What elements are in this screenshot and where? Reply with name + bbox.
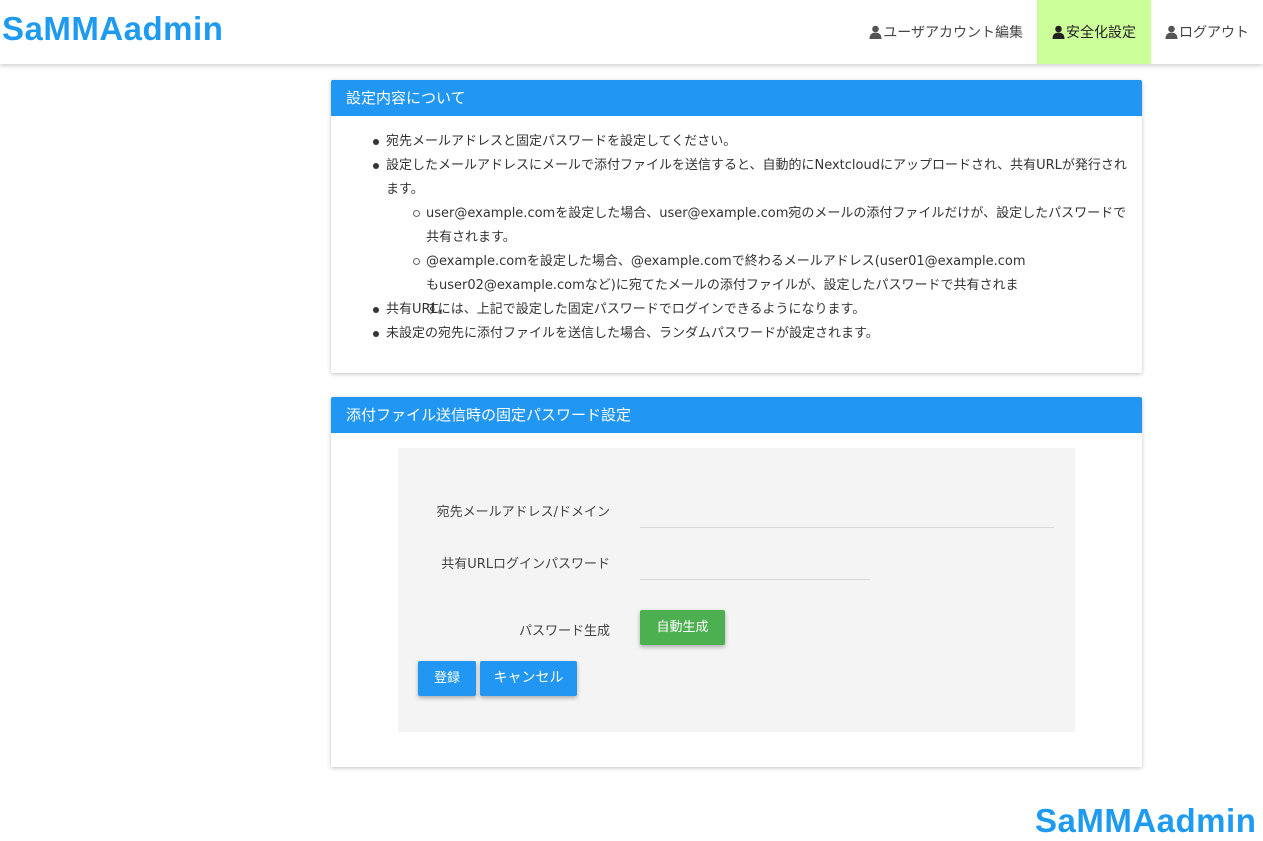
bullet-icon (373, 331, 379, 337)
password-settings-title: 添付ファイル送信時の固定パスワード設定 (331, 397, 1142, 433)
circle-bullet-icon (413, 210, 420, 217)
user-icon (1165, 25, 1178, 39)
circle-bullet-icon (413, 258, 420, 265)
auto-generate-button[interactable]: 自動生成 (640, 610, 725, 645)
submit-button[interactable]: 登録 (418, 661, 476, 696)
info-item: 未設定の宛先に添付ファイルを送信した場合、ランダムパスワードが設定されます。 (386, 326, 879, 341)
settings-form: 宛先メールアドレス/ドメイン 共有URLログインパスワード パスワード生成 自動… (398, 448, 1075, 732)
address-input[interactable] (640, 498, 1054, 520)
brand-logo[interactable]: SaMMAadmin (2, 10, 223, 48)
password-generate-label: パスワード生成 (518, 624, 610, 639)
password-settings-card: 添付ファイル送信時の固定パスワード設定 宛先メールアドレス/ドメイン 共有URL… (331, 397, 1142, 767)
nav-user-account-edit[interactable]: ユーザアカウント編集 (855, 0, 1037, 64)
nav-label: 安全化設定 (1066, 25, 1136, 41)
info-item: 共有URLには、上記で設定した固定パスワードでログインできるようになります。 (386, 302, 866, 317)
nav-menu: ユーザアカウント編集 安全化設定 ログアウト (855, 0, 1263, 64)
user-icon (869, 25, 882, 39)
address-label: 宛先メールアドレス/ドメイン (436, 505, 610, 520)
password-label: 共有URLログインパスワード (441, 557, 610, 572)
cancel-button[interactable]: キャンセル (480, 661, 577, 696)
address-input-underline (640, 527, 1054, 528)
info-card: 設定内容について 宛先メールアドレスと固定パスワードを設定してください。 設定し… (331, 80, 1142, 373)
info-subitem: user@example.comを設定した場合、user@example.com… (426, 206, 1127, 245)
nav-label: ユーザアカウント編集 (883, 25, 1023, 41)
nav-label: ログアウト (1179, 25, 1249, 41)
info-item: 宛先メールアドレスと固定パスワードを設定してください。 (386, 134, 737, 149)
top-navbar: SaMMAadmin ユーザアカウント編集 安全化設定 ログアウト (0, 0, 1263, 64)
password-input-underline (640, 579, 870, 580)
bullet-icon (373, 307, 379, 313)
user-icon (1052, 25, 1065, 39)
nav-logout[interactable]: ログアウト (1151, 0, 1263, 64)
info-card-title: 設定内容について (331, 80, 1142, 116)
bullet-icon (373, 163, 379, 169)
password-input[interactable] (640, 550, 870, 572)
info-item: 設定したメールアドレスにメールで添付ファイルを送信すると、自動的にNextclo… (386, 158, 1127, 197)
bullet-icon (373, 139, 379, 145)
footer-brand-logo: SaMMAadmin (1035, 802, 1257, 839)
nav-security-settings[interactable]: 安全化設定 (1037, 0, 1151, 64)
